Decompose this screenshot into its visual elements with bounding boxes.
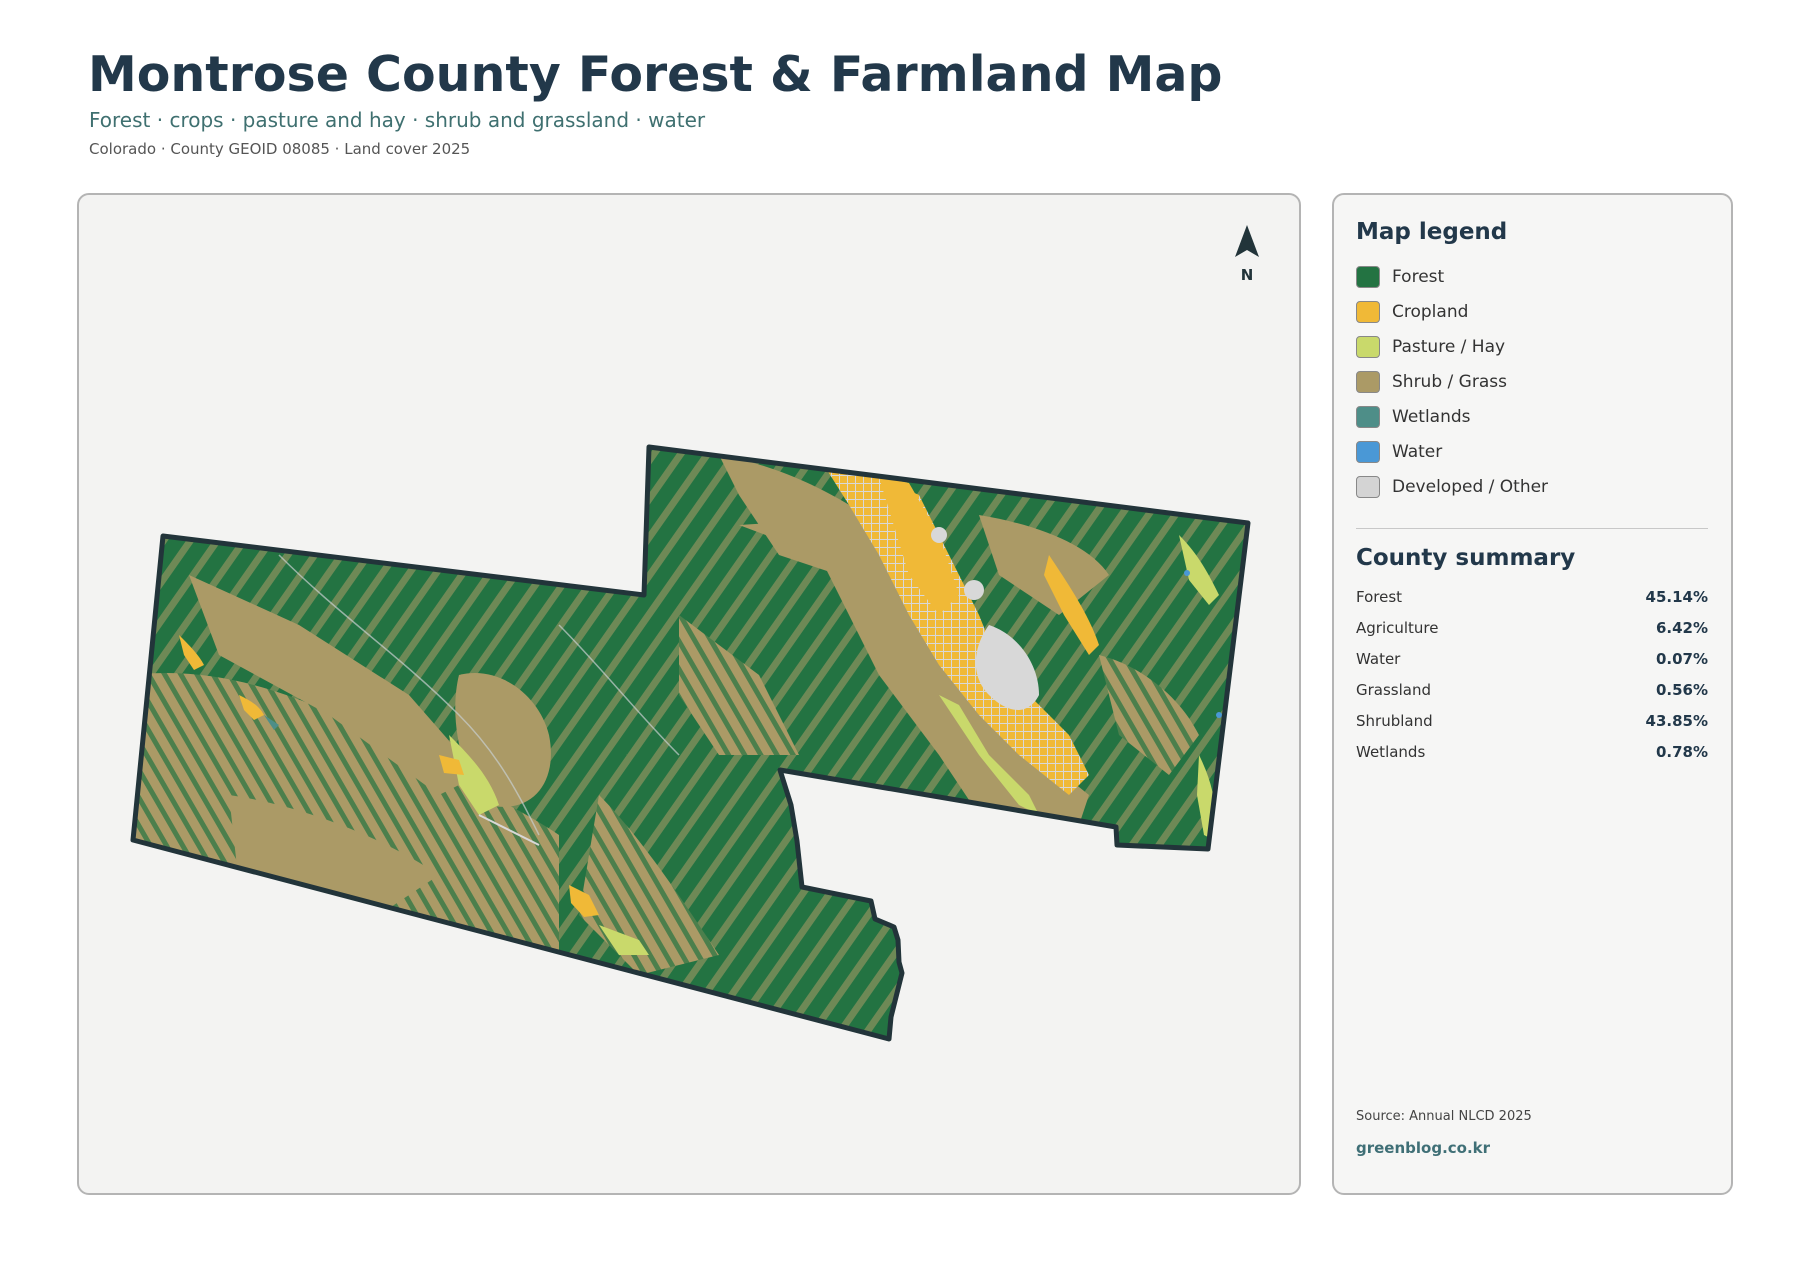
legend-divider [1356, 528, 1708, 529]
legend-item-wetlands: Wetlands [1356, 404, 1471, 430]
summary-name: Shrubland [1356, 712, 1433, 730]
summary-value: 6.42% [1655, 619, 1708, 637]
summary-row-shrubland: Shrubland 43.85% [1356, 711, 1708, 731]
county-map[interactable]: N [79, 195, 1301, 1195]
summary-name: Wetlands [1356, 743, 1426, 761]
source-note: Source: Annual NLCD 2025 [1356, 1109, 1532, 1124]
legend-label: Wetlands [1392, 407, 1471, 427]
swatch-developed-icon [1356, 476, 1380, 498]
legend-title: Map legend [1356, 219, 1508, 245]
legend-item-developed: Developed / Other [1356, 474, 1548, 500]
legend-label: Pasture / Hay [1392, 337, 1506, 357]
summary-value: 0.78% [1655, 743, 1708, 761]
map-panel[interactable]: N [77, 193, 1301, 1195]
legend-label: Cropland [1392, 302, 1469, 322]
legend-item-cropland: Cropland [1356, 299, 1468, 325]
swatch-shrub-icon [1356, 371, 1380, 393]
summary-value: 0.07% [1655, 650, 1708, 668]
page-meta: Colorado · County GEOID 08085 · Land cov… [89, 140, 471, 158]
north-label: N [1241, 266, 1254, 284]
summary-row-water: Water 0.07% [1356, 649, 1708, 669]
summary-row-forest: Forest 45.14% [1356, 587, 1708, 607]
summary-value: 0.56% [1655, 681, 1708, 699]
summary-value: 45.14% [1645, 588, 1708, 606]
legend-item-forest: Forest [1356, 264, 1444, 290]
swatch-pasture-icon [1356, 336, 1380, 358]
land-cover-layer [133, 447, 1248, 1039]
swatch-water-icon [1356, 441, 1380, 463]
legend-label: Developed / Other [1392, 477, 1549, 497]
summary-name: Forest [1356, 588, 1403, 606]
north-arrow: N [1235, 225, 1259, 284]
legend-item-pasture: Pasture / Hay [1356, 334, 1505, 360]
page-subtitle: Forest · crops · pasture and hay · shrub… [89, 108, 706, 132]
summary-row-grassland: Grassland 0.56% [1356, 680, 1708, 700]
summary-name: Agriculture [1356, 619, 1439, 637]
summary-name: Water [1356, 650, 1401, 668]
swatch-wetlands-icon [1356, 406, 1380, 428]
swatch-cropland-icon [1356, 301, 1380, 323]
swatch-forest-icon [1356, 266, 1380, 288]
legend-item-water: Water [1356, 439, 1442, 465]
summary-name: Grassland [1356, 681, 1431, 699]
summary-row-wetlands: Wetlands 0.78% [1356, 742, 1708, 762]
site-link[interactable]: greenblog.co.kr [1356, 1139, 1490, 1157]
legend-label: Water [1392, 442, 1443, 462]
legend-panel: Map legend Forest Cropland Pasture / Hay… [1332, 193, 1733, 1195]
legend-label: Shrub / Grass [1392, 372, 1507, 392]
summary-title: County summary [1356, 545, 1576, 571]
summary-row-agriculture: Agriculture 6.42% [1356, 618, 1708, 638]
summary-value: 43.85% [1645, 712, 1708, 730]
legend-label: Forest [1392, 267, 1445, 287]
page-title: Montrose County Forest & Farmland Map [88, 46, 1223, 103]
legend-item-shrub: Shrub / Grass [1356, 369, 1507, 395]
